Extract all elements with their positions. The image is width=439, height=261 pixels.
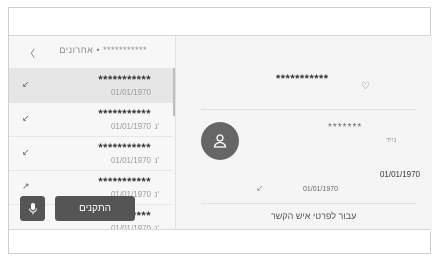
scrollbar[interactable] — [173, 68, 175, 116]
last-call-date: 01/01/1970 — [379, 170, 420, 179]
item-name: *********** — [98, 108, 151, 120]
item-name: *********** — [98, 176, 151, 188]
contact-number[interactable]: ******* — [328, 122, 362, 133]
phone-screen: 〈 אחרונים • *********** ↙ *********** 01… — [9, 35, 432, 233]
list-item[interactable]: ↙ *********** 01/01/1970 — [9, 68, 173, 103]
contact-name: *********** — [276, 73, 329, 85]
contact-detail-panel: *********** ♡ ******* נייד 01/01/1970 ↙ … — [176, 36, 432, 232]
bottom-bar — [9, 229, 430, 253]
item-tag: נ' — [154, 190, 159, 199]
chevron-left-icon[interactable]: 〈 — [25, 45, 36, 60]
incoming-call-icon: ↙ — [256, 183, 264, 193]
item-tag: נ' — [154, 122, 159, 131]
item-date: 01/01/1970 — [110, 88, 151, 97]
display-frame: 〈 אחרונים • *********** ↙ *********** 01… — [8, 7, 432, 254]
incoming-call-icon: ↙ — [22, 79, 30, 89]
call-entry-date: 01/01/1970 — [303, 186, 339, 193]
number-type: נייד — [386, 137, 397, 144]
heart-icon[interactable]: ♡ — [361, 81, 370, 92]
devices-button[interactable]: התקנים — [55, 196, 135, 221]
voice-button[interactable] — [20, 196, 45, 221]
missed-call-icon: ↙ — [22, 113, 30, 123]
avatar — [201, 122, 239, 160]
outgoing-call-icon: ↗ — [22, 181, 30, 191]
recent-calls-panel: 〈 אחרונים • *********** ↙ *********** 01… — [9, 36, 176, 233]
divider — [201, 203, 416, 204]
item-name: *********** — [98, 74, 151, 86]
microphone-icon — [28, 202, 37, 214]
divider — [201, 109, 416, 110]
list-item[interactable]: ↙ *********** 01/01/1970 נ' — [9, 136, 173, 171]
list-header-title: אחרונים • *********** — [59, 45, 147, 55]
item-name: *********** — [98, 142, 151, 154]
top-bar — [9, 8, 430, 35]
item-date: 01/01/1970 — [110, 122, 151, 131]
incoming-call-icon: ↙ — [22, 147, 30, 157]
view-contact-details-link[interactable]: עבור לפרטי איש הקשר — [271, 211, 356, 221]
item-date: 01/01/1970 — [110, 156, 151, 165]
list-item[interactable]: ↙ *********** 01/01/1970 נ' — [9, 102, 173, 137]
item-tag: נ' — [154, 156, 159, 165]
person-icon — [213, 134, 227, 148]
list-header: 〈 אחרונים • *********** — [9, 36, 175, 66]
